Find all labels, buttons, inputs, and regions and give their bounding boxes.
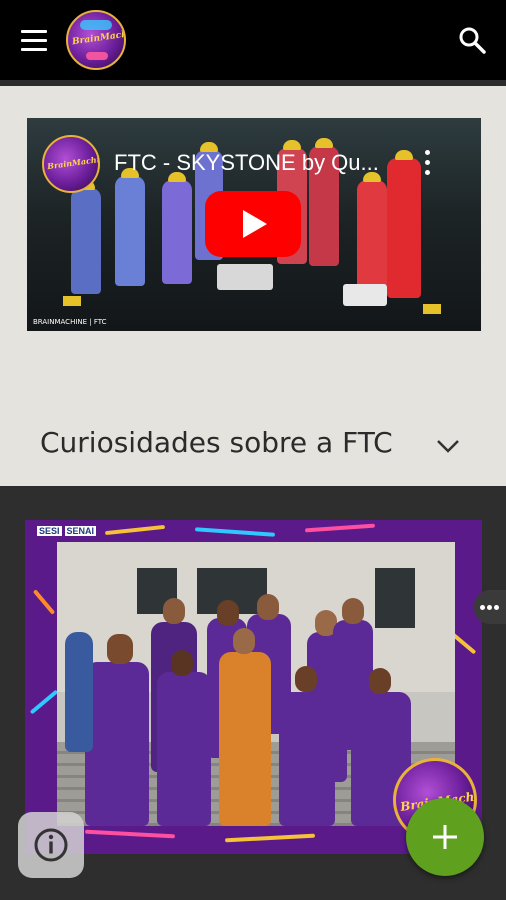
video-section: BrainMachine FTC - SKYSTONE by Qu... BRA… (0, 86, 506, 486)
search-icon (459, 27, 486, 54)
more-options-button[interactable] (474, 590, 506, 624)
video-title[interactable]: FTC - SKYSTONE by Qu... (114, 150, 404, 176)
search-button[interactable] (456, 24, 490, 58)
video-footer: BRAINMACHINE | FTC (33, 318, 107, 326)
menu-icon (21, 30, 47, 33)
channel-logo-text: BrainMachine (46, 152, 100, 172)
more-vertical-icon (425, 150, 430, 155)
brand-logo[interactable]: BrainMachine (66, 10, 126, 70)
sponsor-labels: SESI SENAI (37, 526, 99, 536)
play-button[interactable] (205, 191, 301, 257)
sponsor-sesi: SESI (37, 526, 62, 536)
accordion-curiosidades[interactable]: Curiosidades sobre a FTC (0, 404, 506, 484)
menu-button[interactable] (14, 24, 54, 58)
video-more-button[interactable] (420, 150, 434, 176)
add-fab-button[interactable] (406, 798, 484, 876)
accordion-label: Curiosidades sobre a FTC (40, 426, 393, 459)
app-bar: BrainMachine (0, 0, 506, 80)
channel-logo[interactable]: BrainMachine (42, 135, 100, 193)
plus-icon (433, 825, 457, 849)
brand-logo-text: BrainMachine (71, 27, 126, 48)
info-button[interactable] (18, 812, 84, 878)
youtube-video-player[interactable]: BrainMachine FTC - SKYSTONE by Qu... BRA… (27, 118, 481, 331)
chevron-down-icon (437, 440, 459, 453)
info-icon (34, 828, 68, 862)
sponsor-senai: SENAI (64, 526, 97, 536)
play-icon (205, 191, 301, 257)
more-horizontal-icon (480, 605, 485, 610)
